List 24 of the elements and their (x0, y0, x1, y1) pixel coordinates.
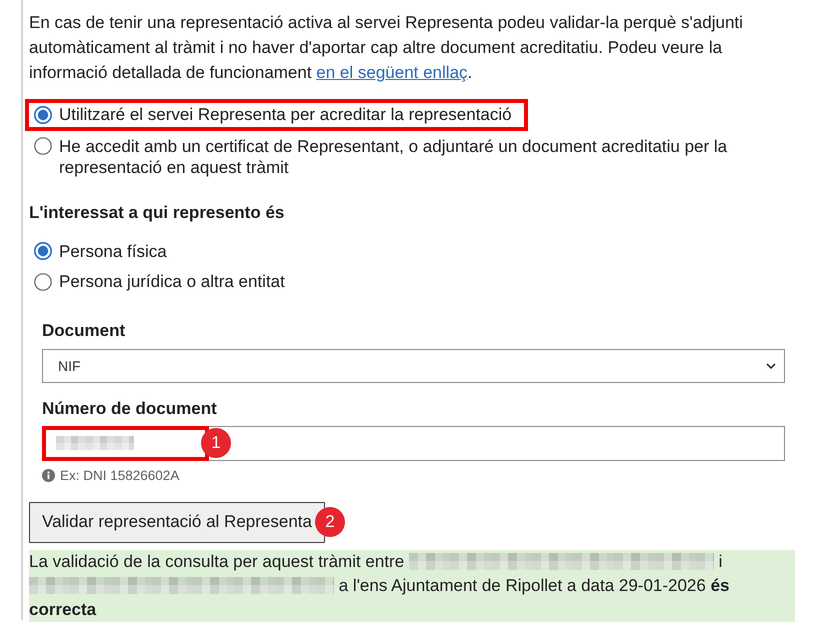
info-icon (42, 469, 55, 482)
radio-button[interactable] (34, 242, 52, 260)
radio-button[interactable] (34, 272, 52, 290)
validate-button[interactable]: Validar representació al Representa (29, 502, 325, 542)
section-heading: L'interessat a qui represento és (29, 202, 286, 224)
field-label: Document (42, 320, 126, 342)
radio-option[interactable]: Persona física (29, 240, 167, 262)
message-text: i (718, 552, 722, 570)
radio-button[interactable] (34, 137, 52, 155)
radio-option[interactable]: Utilitzaré el servei Representa per acreditar la representació (29, 104, 512, 125)
chevron-down-icon (765, 362, 777, 370)
document-type-select[interactable]: NIF (42, 348, 785, 382)
document-number-input[interactable]: 1 (42, 426, 785, 460)
radio-option[interactable]: Persona jurídica o altra entitat (29, 271, 285, 292)
field-label: Número de document (42, 398, 218, 420)
message-text: La validació de la consulta per aquest tràmit entre (29, 552, 404, 570)
message-text: correcta (29, 600, 96, 618)
message-text: a l'ens Ajuntament de Ripollet a data 29-01-2026 és (338, 576, 730, 594)
radio-button[interactable] (34, 106, 52, 124)
hint-text: Ex: DNI 15826602A (60, 468, 180, 483)
intro-paragraph: En cas de tenir una representació activa al servei Representa podeu validar-la perquè s'adjunti automàticament al tràmit i no haver d'aportar cap altre document acreditatiu. Podeu veure la informació detallada de funcionament en el següent enllaç. (29, 12, 744, 84)
info-link[interactable]: en el següent enllaç (316, 63, 468, 82)
radio-option[interactable]: He accedit amb un certificat de Representant, o adjuntaré un document acreditatiu per la representació en aquest tràmit (29, 136, 789, 178)
step-badge: 1 (201, 428, 231, 458)
